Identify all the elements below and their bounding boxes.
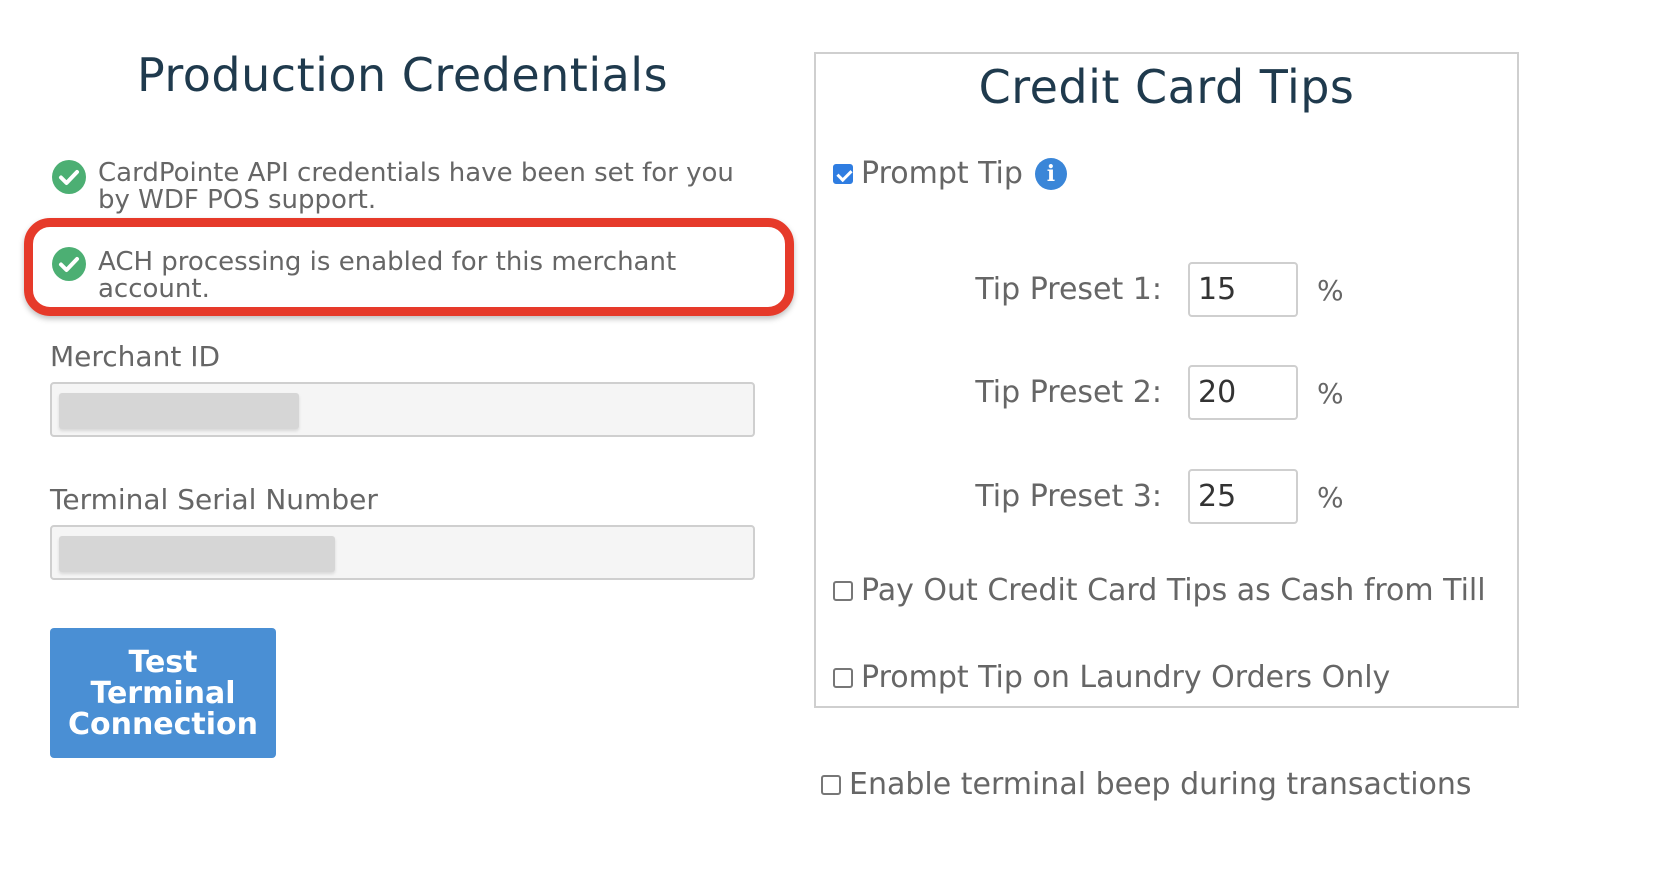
tip-preset-2-label: Tip Preset 2:: [975, 375, 1162, 410]
merchant-id-field[interactable]: [50, 382, 755, 437]
tip-preset-2-unit: %: [1317, 377, 1344, 410]
status-message-ach-enabled: ACH processing is enabled for this merch…: [52, 247, 772, 303]
terminal-serial-label: Terminal Serial Number: [50, 483, 378, 516]
production-credentials-title: Production Credentials: [136, 48, 669, 102]
tip-preset-1-label: Tip Preset 1:: [975, 272, 1162, 307]
status-message-text: ACH processing is enabled for this merch…: [98, 247, 677, 304]
terminal-beep-checkbox[interactable]: [821, 774, 841, 795]
redacted-value: [59, 536, 335, 572]
tip-preset-3-unit: %: [1317, 481, 1344, 514]
terminal-beep-option: Enable terminal beep during transactions: [821, 767, 1472, 802]
payout-tips-cash-option: Pay Out Credit Card Tips as Cash from Ti…: [833, 573, 1486, 608]
tip-preset-1-input[interactable]: [1188, 262, 1298, 317]
laundry-only-option: Prompt Tip on Laundry Orders Only: [833, 660, 1390, 695]
payout-tips-cash-checkbox[interactable]: [833, 580, 853, 601]
status-message-text: CardPointe API credentials have been set…: [98, 158, 734, 215]
check-circle-icon: [52, 247, 86, 281]
laundry-only-label: Prompt Tip on Laundry Orders Only: [861, 660, 1391, 695]
terminal-beep-label: Enable terminal beep during transactions: [849, 767, 1472, 802]
check-circle-icon: [52, 160, 86, 194]
laundry-only-checkbox[interactable]: [833, 667, 853, 688]
tip-preset-2-input[interactable]: [1188, 365, 1298, 420]
tip-preset-1-unit: %: [1317, 274, 1344, 307]
terminal-serial-field[interactable]: [50, 525, 755, 580]
prompt-tip-checkbox[interactable]: [833, 163, 853, 184]
credit-card-tips-title: Credit Card Tips: [978, 60, 1355, 114]
tip-preset-3-input[interactable]: [1188, 469, 1298, 524]
payout-tips-cash-label: Pay Out Credit Card Tips as Cash from Ti…: [861, 573, 1486, 608]
prompt-tip-option: Prompt Tip i: [833, 156, 1067, 191]
prompt-tip-label: Prompt Tip: [861, 156, 1023, 191]
status-message-api-credentials: CardPointe API credentials have been set…: [52, 160, 752, 214]
info-icon[interactable]: i: [1034, 157, 1067, 190]
redacted-value: [59, 393, 299, 429]
merchant-id-label: Merchant ID: [50, 340, 221, 373]
tip-preset-3-label: Tip Preset 3:: [975, 479, 1162, 514]
test-terminal-connection-button[interactable]: Test Terminal Connection: [50, 628, 276, 758]
credit-card-tips-panel: [814, 52, 1519, 708]
